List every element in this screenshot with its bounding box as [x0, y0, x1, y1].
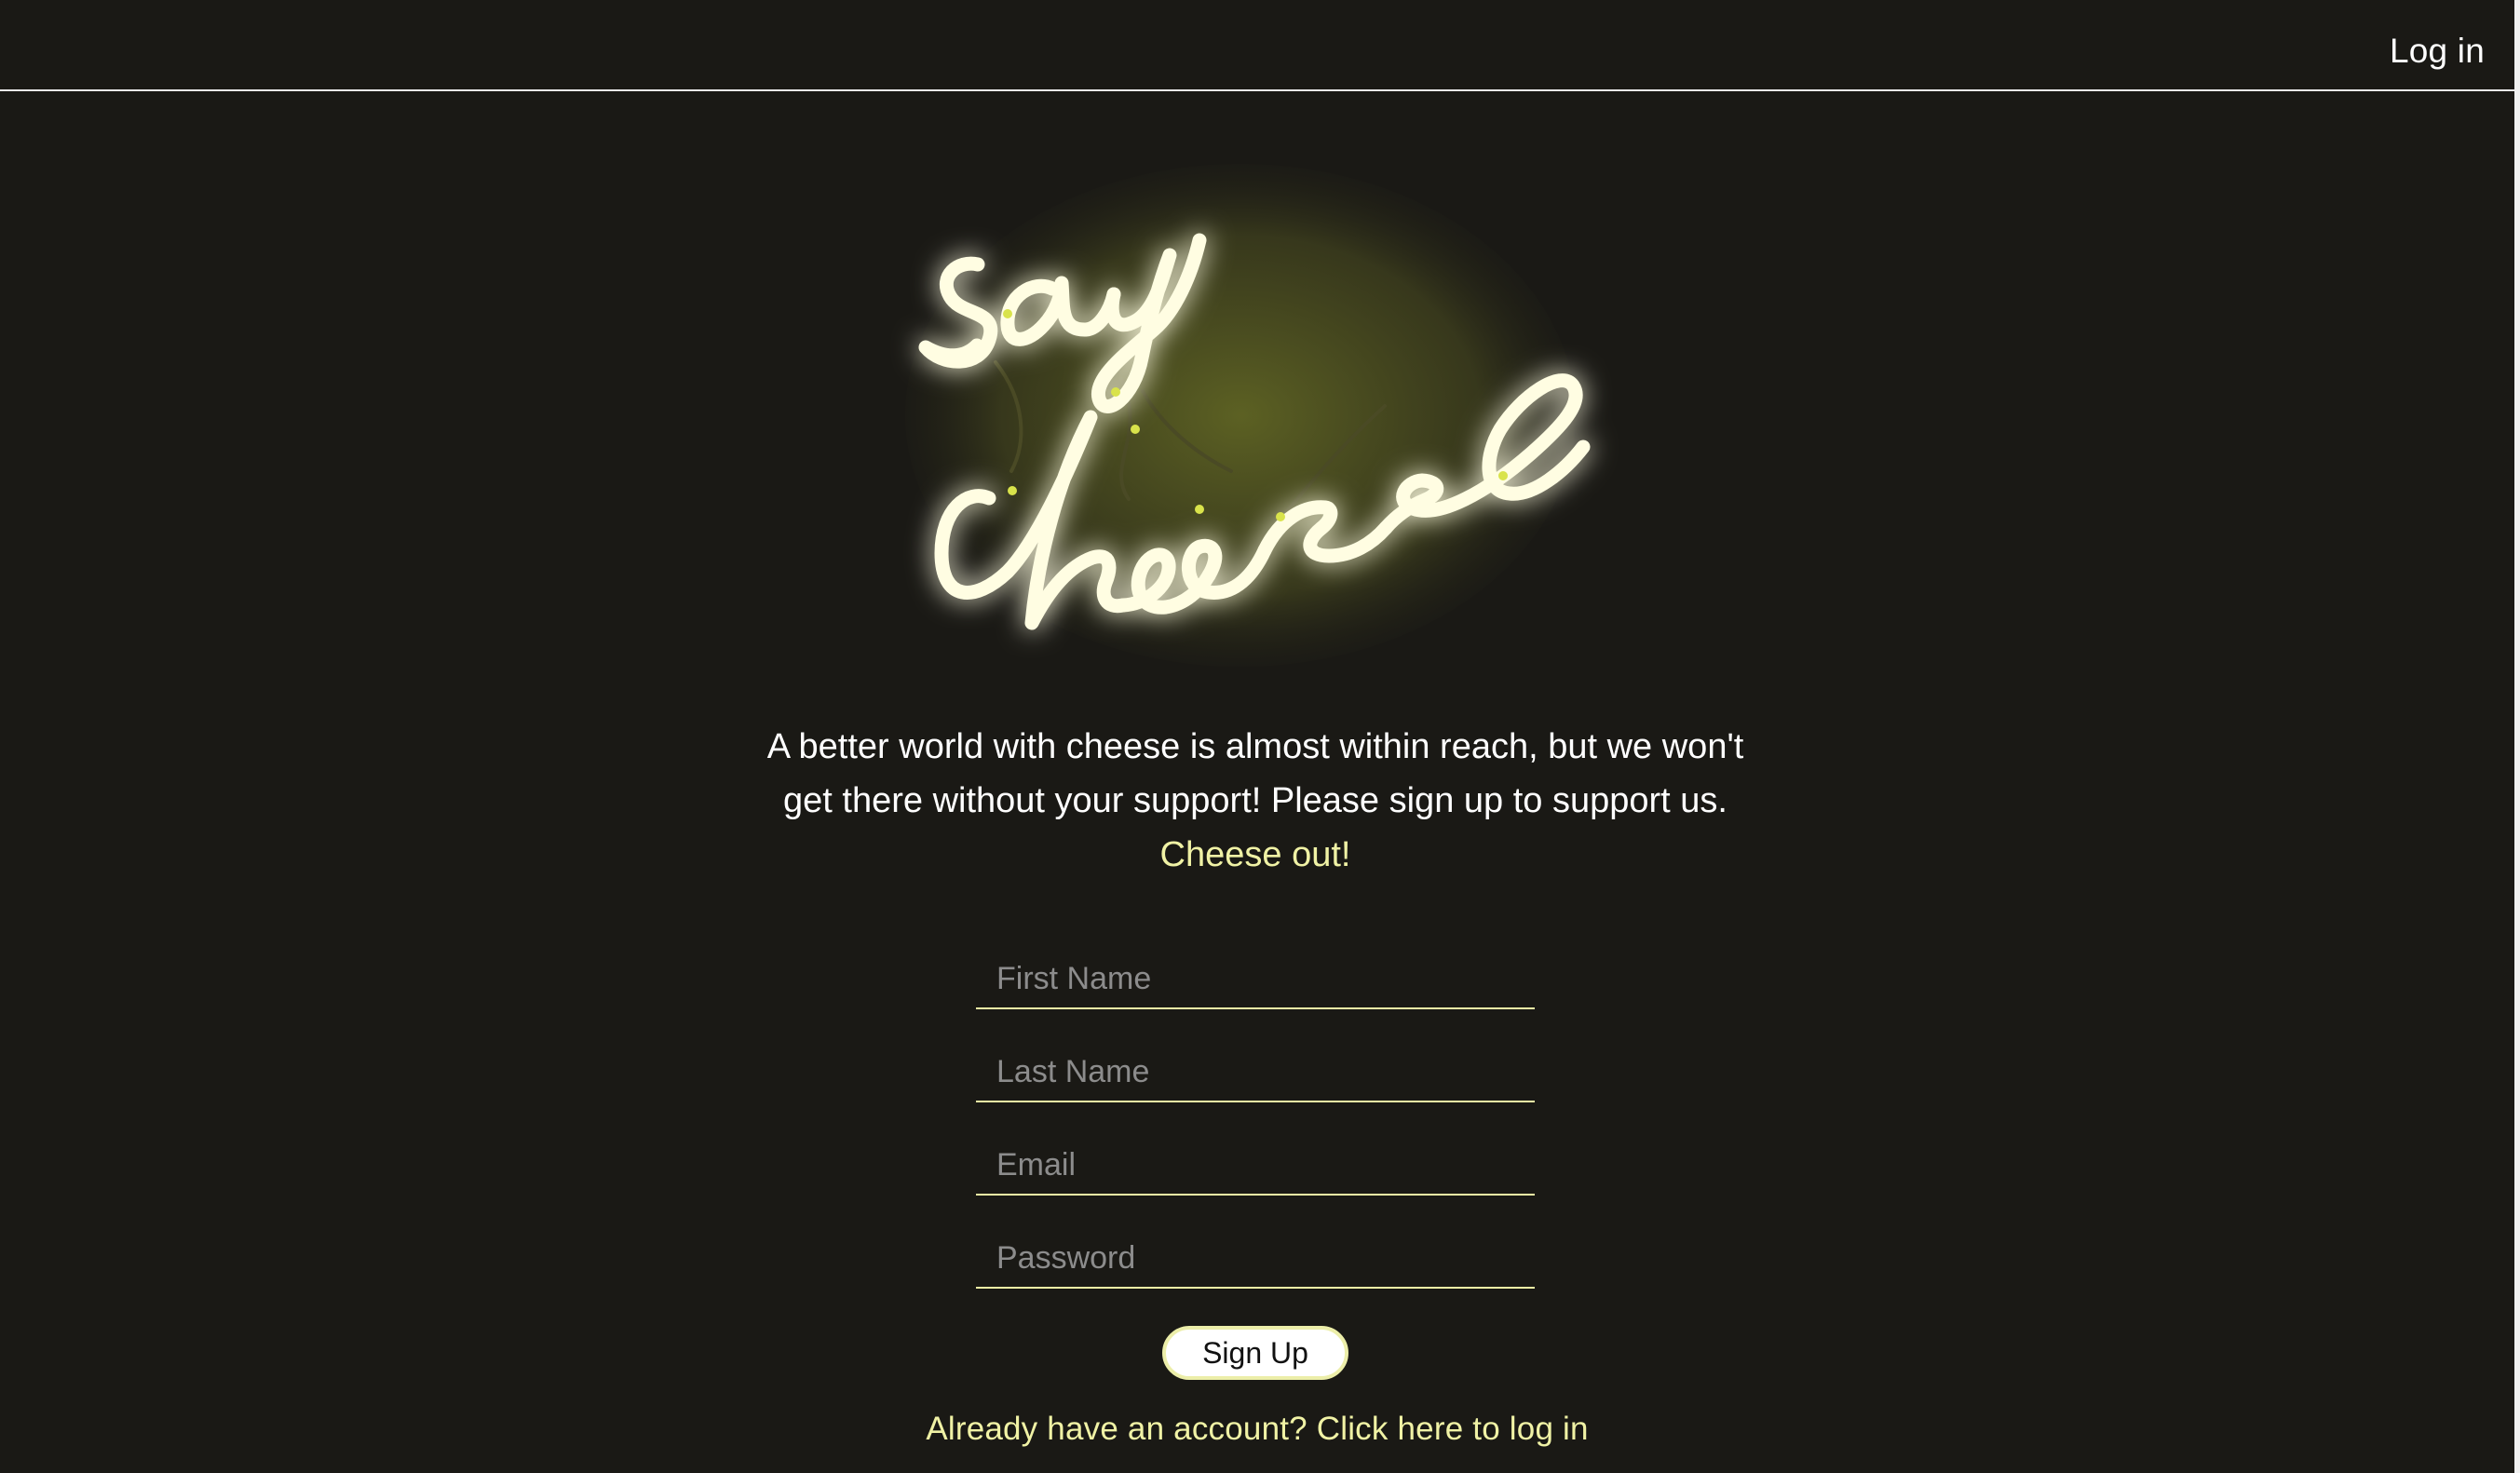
top-navigation-bar: Log in — [0, 0, 2514, 91]
last-name-input[interactable] — [976, 1024, 1535, 1101]
header-login-link[interactable]: Log in — [2390, 32, 2485, 71]
password-input[interactable] — [976, 1210, 1535, 1287]
first-name-field-wrap — [976, 931, 1535, 1009]
password-field-wrap — [976, 1210, 1535, 1289]
page-edge — [2514, 0, 2520, 1473]
intro-line-2: get there without your support! Please s… — [783, 781, 1727, 820]
signup-button-wrap: Sign Up — [1162, 1326, 1348, 1380]
first-name-input[interactable] — [976, 931, 1535, 1007]
signup-button[interactable]: Sign Up — [1162, 1326, 1348, 1380]
email-field-wrap — [976, 1117, 1535, 1196]
signup-page: Log in A better world with cheese is alm… — [0, 0, 2520, 1473]
intro-accent-text: Cheese out! — [1159, 835, 1351, 874]
signup-form — [976, 931, 1535, 1304]
intro-text: A better world with cheese is almost wit… — [622, 720, 1889, 882]
email-input[interactable] — [976, 1117, 1535, 1194]
already-have-account-login-link[interactable]: Already have an account? Click here to l… — [745, 1411, 1769, 1448]
intro-line-1: A better world with cheese is almost wit… — [766, 727, 1744, 766]
last-name-field-wrap — [976, 1024, 1535, 1102]
say-cheese-neon-logo — [905, 164, 1594, 676]
neon-sign-illustration — [905, 164, 1591, 667]
